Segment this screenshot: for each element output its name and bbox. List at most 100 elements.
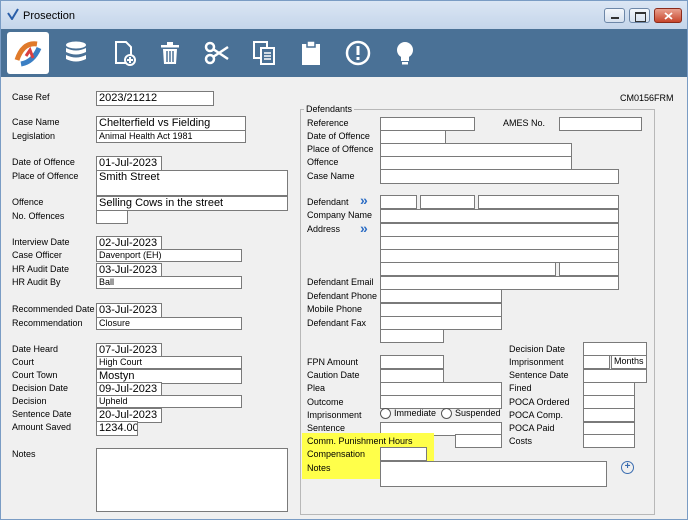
- title-bar: Prosection: [1, 1, 687, 29]
- compensation-field[interactable]: [380, 447, 427, 461]
- notes-field[interactable]: [96, 448, 288, 512]
- defendant-email-field[interactable]: [380, 276, 619, 290]
- address-line3-field[interactable]: [380, 249, 619, 263]
- minimize-button[interactable]: [604, 8, 625, 23]
- suspended-radio-icon[interactable]: [441, 408, 452, 420]
- company-name-label: Company Name: [307, 210, 373, 220]
- defendant-title-field[interactable]: [380, 195, 417, 209]
- defendant-fax-field[interactable]: [380, 316, 502, 330]
- database-icon[interactable]: [59, 35, 93, 71]
- def-decision-date-label: Decision Date: [509, 344, 566, 354]
- recommended-date-field[interactable]: 03-Jul-2023: [96, 303, 162, 318]
- add-note-icon[interactable]: +: [621, 461, 634, 474]
- decision-field[interactable]: Upheld: [96, 395, 242, 408]
- address-line1-field[interactable]: [380, 223, 619, 237]
- date-heard-label: Date Heard: [12, 344, 59, 354]
- imprisonment-count-field[interactable]: [583, 355, 610, 369]
- offence-label: Offence: [12, 197, 44, 207]
- defendants-group-title: Defendants: [304, 104, 355, 114]
- defendant-phone-label: Defendant Phone: [307, 291, 378, 301]
- address-town-field[interactable]: [380, 262, 556, 276]
- compensation-label: Compensation: [307, 449, 366, 459]
- poca-ordered-field[interactable]: [583, 395, 635, 409]
- fpn-amount-label: FPN Amount: [307, 357, 359, 367]
- reference-field[interactable]: [380, 117, 475, 131]
- imprisonment-unit-field[interactable]: Months: [611, 355, 647, 369]
- address-label: Address: [307, 224, 341, 234]
- clipboard-icon[interactable]: [294, 35, 328, 71]
- copy-icon[interactable]: [247, 35, 281, 71]
- def-offence-field[interactable]: [380, 156, 572, 170]
- recommendation-field[interactable]: Closure: [96, 317, 242, 330]
- defendant-extra-field[interactable]: [380, 329, 444, 343]
- amount-saved-field[interactable]: 1234.00: [96, 421, 138, 436]
- decision-label: Decision: [12, 396, 47, 406]
- defendant-fax-label: Defendant Fax: [307, 318, 367, 328]
- hr-audit-by-label: HR Audit By: [12, 277, 61, 287]
- defendant-surname-field[interactable]: [478, 195, 619, 209]
- maximize-button[interactable]: [629, 8, 650, 23]
- scissors-icon[interactable]: [200, 35, 234, 71]
- def-place-of-offence-field[interactable]: [380, 143, 572, 157]
- court-label: Court: [12, 357, 35, 367]
- company-name-field[interactable]: [380, 209, 619, 223]
- def-date-of-offence-field[interactable]: [380, 130, 446, 144]
- interview-date-label: Interview Date: [12, 237, 70, 247]
- fpn-amount-field[interactable]: [380, 355, 444, 369]
- address-postcode-field[interactable]: [559, 262, 619, 276]
- poca-comp-label: POCA Comp.: [509, 410, 564, 420]
- app-logo-icon[interactable]: [7, 32, 49, 74]
- immediate-radio-icon[interactable]: [380, 408, 391, 420]
- place-of-offence-field[interactable]: Smith Street: [96, 170, 288, 196]
- immediate-radio[interactable]: Immediate: [380, 408, 437, 420]
- defendant-phone-field[interactable]: [380, 289, 502, 303]
- def-notes-field[interactable]: [380, 461, 607, 487]
- close-icon: [664, 12, 673, 20]
- decision-date-label: Decision Date: [12, 383, 69, 393]
- no-offences-field[interactable]: [96, 210, 128, 224]
- amount-saved-label: Amount Saved: [12, 422, 72, 432]
- date-of-offence-label: Date of Offence: [12, 157, 75, 167]
- date-of-offence-field[interactable]: 01-Jul-2023: [96, 156, 162, 171]
- case-name-field[interactable]: Chelterfield vs Fielding: [96, 116, 246, 131]
- suspended-label: Suspended: [455, 408, 501, 418]
- court-field[interactable]: High Court: [96, 356, 242, 369]
- caution-date-field[interactable]: [380, 369, 444, 383]
- suspended-radio[interactable]: Suspended: [441, 408, 501, 420]
- close-button[interactable]: [654, 8, 682, 23]
- hr-audit-by-field[interactable]: Ball: [96, 276, 242, 289]
- mobile-phone-field[interactable]: [380, 303, 502, 317]
- fined-field[interactable]: [583, 382, 635, 396]
- address-lookup-icon[interactable]: »: [360, 221, 368, 235]
- poca-comp-field[interactable]: [583, 408, 635, 422]
- def-decision-date-field[interactable]: [583, 342, 647, 356]
- def-notes-label: Notes: [307, 463, 331, 473]
- case-ref-field[interactable]: 2023/21212: [96, 91, 214, 106]
- outcome-field[interactable]: [380, 395, 502, 409]
- alert-icon[interactable]: [341, 35, 375, 71]
- offence-field[interactable]: Selling Cows in the street: [96, 196, 288, 211]
- def-date-of-offence-label: Date of Offence: [307, 131, 370, 141]
- immediate-label: Immediate: [394, 408, 437, 418]
- def-case-name-field[interactable]: [380, 169, 619, 184]
- court-town-label: Court Town: [12, 370, 58, 380]
- place-of-offence-label: Place of Offence: [12, 171, 79, 181]
- comm-punishment-hours-field[interactable]: [455, 434, 502, 448]
- plea-field[interactable]: [380, 382, 502, 396]
- def-sentence-date-field[interactable]: [583, 369, 647, 383]
- legislation-field[interactable]: Animal Health Act 1981: [96, 130, 246, 143]
- address-line2-field[interactable]: [380, 236, 619, 250]
- reference-label: Reference: [307, 118, 349, 128]
- costs-field[interactable]: [583, 434, 635, 448]
- recommended-date-label: Recommended Date: [12, 304, 95, 314]
- defendant-forename-field[interactable]: [420, 195, 475, 209]
- costs-label: Costs: [509, 436, 533, 446]
- new-document-icon[interactable]: [107, 35, 141, 71]
- trash-icon[interactable]: [153, 35, 187, 71]
- ames-no-field[interactable]: [559, 117, 642, 131]
- sentence-date-label: Sentence Date: [12, 409, 72, 419]
- case-officer-field[interactable]: Davenport (EH): [96, 249, 242, 262]
- lightbulb-icon[interactable]: [388, 35, 422, 71]
- defendant-lookup-icon[interactable]: »: [360, 193, 368, 207]
- imprisonment-label: Imprisonment: [307, 410, 362, 420]
